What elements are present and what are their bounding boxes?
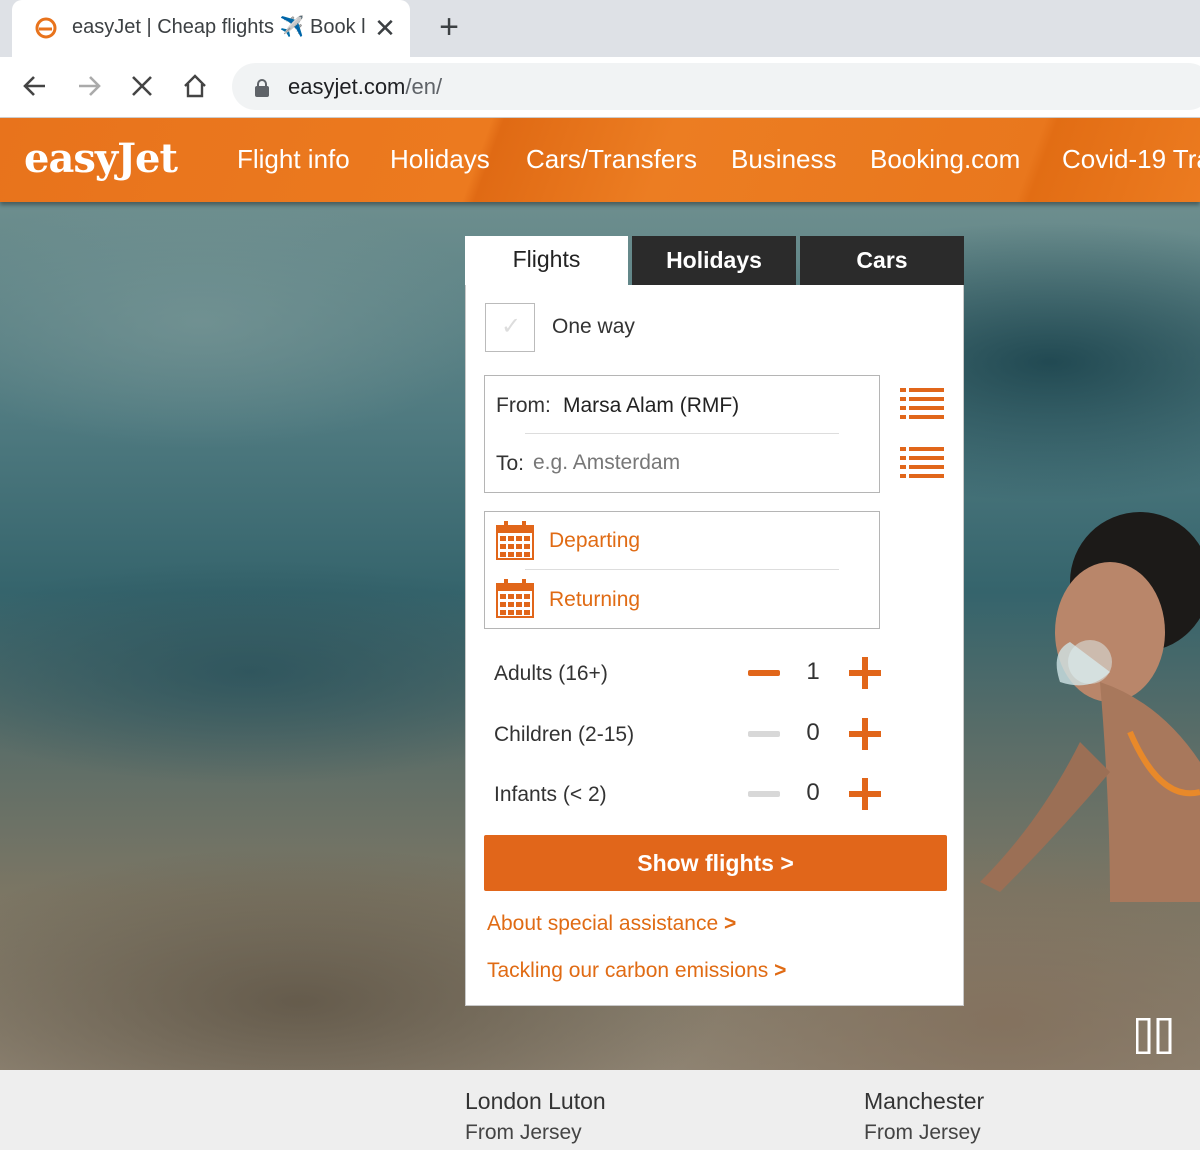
nav-booking-com[interactable]: Booking.com <box>870 144 1020 175</box>
children-label: Children (2-15) <box>494 723 635 746</box>
adults-minus-button[interactable] <box>748 670 780 676</box>
easyjet-favicon-icon <box>35 17 57 39</box>
departing-field[interactable]: Departing <box>549 529 640 553</box>
to-field[interactable] <box>533 446 833 480</box>
pause-icon[interactable] <box>1136 1018 1176 1054</box>
chevron-right-icon: > <box>774 959 787 982</box>
booking-widget: Flights Holidays Cars ✓ One way From: Ma… <box>465 236 964 1006</box>
one-way-checkbox[interactable]: ✓ <box>485 303 535 352</box>
tab-title: easyJet | Cheap flights ✈️ Book l <box>72 16 366 38</box>
home-icon[interactable] <box>180 71 210 101</box>
calendar-icon[interactable] <box>496 520 534 560</box>
special-assistance-link[interactable]: About special assistance > <box>487 912 736 936</box>
flight-search-form: ✓ One way From: Marsa Alam (RMF) To: e.g… <box>465 285 964 1006</box>
tab-cars[interactable]: Cars <box>800 236 964 285</box>
nav-cars-transfers[interactable]: Cars/Transfers <box>526 144 697 175</box>
destination-subtitle: From Jersey <box>864 1121 981 1144</box>
special-assistance-text: About special assistance <box>487 912 719 935</box>
swimmer-image <box>980 512 1200 902</box>
back-arrow-icon[interactable] <box>20 71 50 101</box>
airport-list-icon[interactable] <box>900 386 944 422</box>
one-way-label: One way <box>552 315 635 338</box>
browser-tab-strip: easyJet | Cheap flights ✈️ Book l ✕ + <box>0 0 1200 57</box>
stop-loading-icon[interactable] <box>127 71 157 101</box>
destinations-strip: London Luton From Jersey Manchester From… <box>0 1070 1200 1150</box>
url-text[interactable]: easyjet.com/en/ <box>288 74 442 100</box>
infants-count: 0 <box>806 779 820 806</box>
lock-icon[interactable] <box>254 79 270 97</box>
children-count: 0 <box>806 719 820 746</box>
easyjet-logo[interactable]: easyJet <box>24 135 178 182</box>
from-field[interactable]: Marsa Alam (RMF) <box>563 394 739 418</box>
nav-covid-19[interactable]: Covid-19 Tra <box>1062 144 1200 175</box>
url-path: /en/ <box>405 74 443 99</box>
from-label: From: <box>496 394 551 417</box>
infants-label: Infants (< 2) <box>494 783 607 806</box>
site-header: easyJet Flight info Holidays Cars/Transf… <box>0 118 1200 202</box>
new-tab-button[interactable]: + <box>433 10 465 44</box>
carbon-emissions-link[interactable]: Tackling our carbon emissions > <box>487 959 786 983</box>
infants-minus-button[interactable] <box>748 791 780 797</box>
url-domain: easyjet.com <box>288 74 406 99</box>
carbon-emissions-text: Tackling our carbon emissions <box>487 959 769 982</box>
checkmark-icon: ✓ <box>500 313 522 340</box>
destination-title[interactable]: Manchester <box>864 1088 984 1115</box>
divider <box>525 433 839 434</box>
returning-field[interactable]: Returning <box>549 588 640 612</box>
divider <box>525 569 839 570</box>
forward-arrow-icon[interactable] <box>74 71 104 101</box>
date-fields: Departing Returning <box>484 511 880 629</box>
adults-plus-button[interactable] <box>848 656 882 690</box>
route-fields: From: Marsa Alam (RMF) To: <box>484 375 880 493</box>
show-flights-button[interactable]: Show flights > <box>484 835 947 891</box>
infants-plus-button[interactable] <box>848 777 882 811</box>
adults-label: Adults (16+) <box>494 662 608 685</box>
tab-close-icon[interactable]: ✕ <box>372 13 398 43</box>
nav-business[interactable]: Business <box>731 144 837 175</box>
browser-tab[interactable]: easyJet | Cheap flights ✈️ Book l ✕ <box>12 0 410 57</box>
destination-title[interactable]: London Luton <box>465 1088 606 1115</box>
adults-count: 1 <box>806 658 820 685</box>
calendar-icon[interactable] <box>496 578 534 618</box>
to-label: To: <box>496 452 525 475</box>
children-minus-button[interactable] <box>748 731 780 737</box>
destination-subtitle: From Jersey <box>465 1121 582 1144</box>
nav-holidays[interactable]: Holidays <box>390 144 490 175</box>
chevron-right-icon: > <box>723 912 737 935</box>
children-plus-button[interactable] <box>848 717 882 751</box>
tab-holidays[interactable]: Holidays <box>632 236 796 285</box>
airport-list-icon[interactable] <box>900 445 944 481</box>
tab-flights[interactable]: Flights <box>465 236 628 285</box>
browser-toolbar: easyjet.com/en/ <box>0 57 1200 118</box>
nav-flight-info[interactable]: Flight info <box>237 144 350 175</box>
